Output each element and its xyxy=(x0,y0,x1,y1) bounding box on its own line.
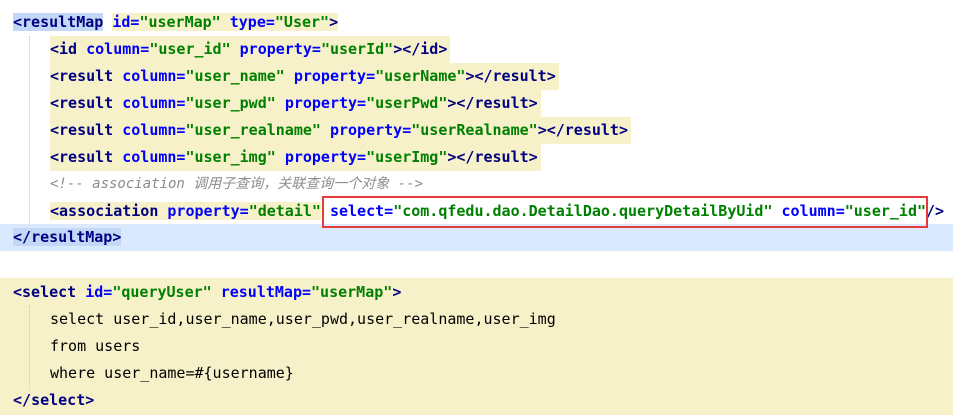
attr-value: "userMap" xyxy=(311,283,393,301)
bracket: < xyxy=(50,121,60,139)
tag-name: result xyxy=(564,121,619,139)
attr-value: "userImg" xyxy=(366,148,448,166)
sql-text: from users xyxy=(50,337,141,355)
attr-value: "userRealname" xyxy=(411,121,538,139)
attr-value: "user_name" xyxy=(185,67,285,85)
code-line-sql-where[interactable]: where user_name=#{username} xyxy=(50,360,294,387)
bracket: < xyxy=(13,283,23,301)
code-line-sql-select[interactable]: select user_id,user_name,user_pwd,user_r… xyxy=(50,306,556,333)
code-line-association[interactable]: <association property="detail" select="c… xyxy=(50,198,944,225)
bracket: < xyxy=(50,202,60,220)
code-line-result-name[interactable]: <result column="user_name" property="use… xyxy=(50,63,559,90)
attr-name: column= xyxy=(122,94,186,112)
attr-value: "user_id" xyxy=(149,40,231,58)
attr-value: "user_id" xyxy=(844,202,927,220)
code-line-result-pwd[interactable]: <result column="user_pwd" property="user… xyxy=(50,90,541,117)
tag-name: result xyxy=(59,148,114,166)
attr-name: property= xyxy=(284,94,367,112)
attr-value: "queryUser" xyxy=(112,283,212,301)
bracket: > xyxy=(438,40,448,58)
tag-name: result xyxy=(59,94,114,112)
bracket: > xyxy=(528,94,538,112)
resultmap-close-line-highlight xyxy=(0,224,953,251)
attr-name: id= xyxy=(85,283,113,301)
attr-name: select= xyxy=(329,202,394,220)
code-editor[interactable]: <resultMap id="userMap" type="User"> <id… xyxy=(0,0,953,415)
bracket: < xyxy=(50,148,60,166)
bracket: > xyxy=(546,67,556,85)
bracket: > xyxy=(329,13,339,31)
attr-name: column= xyxy=(122,67,186,85)
attr-value: "com.qfedu.dao.DetailDao.queryDetailByUi… xyxy=(393,202,773,220)
tag-name: result xyxy=(492,67,547,85)
attr-value: "detail" xyxy=(248,202,321,220)
bracket: < xyxy=(50,40,60,58)
code-line-resultmap-open[interactable]: <resultMap id="userMap" type="User"> xyxy=(13,9,339,36)
attr-value: "user_img" xyxy=(185,148,276,166)
attr-name: property= xyxy=(239,40,321,58)
tag-name: result xyxy=(59,121,114,139)
indent-guide xyxy=(29,36,30,224)
code-line-select-open[interactable]: <select id="queryUser" resultMap="userMa… xyxy=(13,279,401,306)
tag-name: result xyxy=(474,148,529,166)
bracket: </ xyxy=(13,228,32,246)
bracket: < xyxy=(50,67,60,85)
bracket: </ xyxy=(13,391,32,409)
attr-value: "user_realname" xyxy=(185,121,321,139)
attr-value: "userMap" xyxy=(139,13,221,31)
bracket: > xyxy=(528,148,538,166)
attr-value: "user_pwd" xyxy=(185,94,276,112)
bracket: ></ xyxy=(447,94,475,112)
tag-name: id xyxy=(420,40,439,58)
attr-name: property= xyxy=(284,148,367,166)
attr-name: column= xyxy=(86,40,150,58)
bracket: ></ xyxy=(465,67,493,85)
bracket: ></ xyxy=(393,40,421,58)
sql-text: where user_name=#{username} xyxy=(50,364,294,382)
attr-value: "userId" xyxy=(320,40,394,58)
bracket: ></ xyxy=(537,121,565,139)
bracket: /> xyxy=(926,202,945,220)
tag-name: result xyxy=(474,94,529,112)
attr-name: property= xyxy=(293,67,376,85)
indent-guide xyxy=(29,306,30,390)
code-line-resultmap-close[interactable]: </resultMap> xyxy=(13,224,122,251)
bracket: > xyxy=(85,391,95,409)
attr-name: id= xyxy=(112,13,140,31)
bracket: ></ xyxy=(447,148,475,166)
attr-name: column= xyxy=(122,148,186,166)
tag-name: association xyxy=(59,202,159,220)
code-line-id[interactable]: <id column="user_id" property="userId"><… xyxy=(50,36,451,63)
code-line-select-close[interactable]: </select> xyxy=(13,387,94,414)
xml-comment: <!-- association 调用子查询，关联查询一个对象 --> xyxy=(50,176,424,192)
attr-name: type= xyxy=(229,13,275,31)
bracket: > xyxy=(392,283,402,301)
tag-name: result xyxy=(59,67,114,85)
bracket: > xyxy=(618,121,628,139)
tag-name: select xyxy=(22,283,77,301)
bracket: < xyxy=(50,94,60,112)
sql-text: select user_id,user_name,user_pwd,user_r… xyxy=(50,310,556,328)
tag-name: resultMap xyxy=(31,228,113,246)
tag-name: resultMap xyxy=(22,13,104,31)
attr-value: "userPwd" xyxy=(366,94,448,112)
tag-name: id xyxy=(59,40,78,58)
code-line-result-img[interactable]: <result column="user_img" property="user… xyxy=(50,144,541,171)
bracket: > xyxy=(112,228,122,246)
attr-name: column= xyxy=(781,202,845,220)
code-line-comment[interactable]: <!-- association 调用子查询，关联查询一个对象 --> xyxy=(50,171,423,198)
attr-name: property= xyxy=(167,202,249,220)
bracket: < xyxy=(13,13,23,31)
attr-value: "userName" xyxy=(375,67,466,85)
code-line-sql-from[interactable]: from users xyxy=(50,333,140,360)
attr-name: property= xyxy=(329,121,412,139)
code-line-result-realname[interactable]: <result column="user_realname" property=… xyxy=(50,117,631,144)
attr-value: "User" xyxy=(274,13,330,31)
attr-name: column= xyxy=(122,121,186,139)
attr-name: resultMap= xyxy=(220,283,312,301)
tag-name: select xyxy=(31,391,86,409)
